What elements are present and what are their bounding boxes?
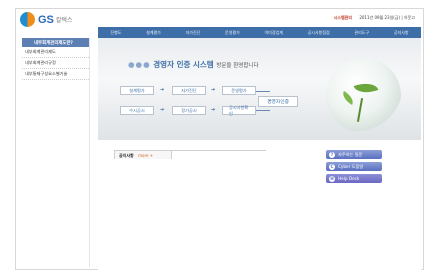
nav-item-notices[interactable]: 공지사항	[394, 30, 409, 36]
flow-self-assess[interactable]: 자가진단	[172, 86, 206, 95]
faq-label: 자주하는 질문	[338, 151, 363, 157]
arrow-icon: ➔	[211, 87, 216, 93]
sidebar-title[interactable]: 내부회계관리제도란?	[22, 38, 89, 47]
nav-item-operation-eval[interactable]: 운영평가	[225, 30, 240, 36]
flow-operation-eval[interactable]: 운영평가	[222, 86, 256, 95]
connector-line	[256, 91, 270, 92]
sidebar-item-components[interactable]: 내부통제구성요소별기술	[22, 69, 89, 80]
user-bar: 시스템관리 2011년 09월 23일(금) | 아웃고	[334, 15, 415, 21]
cyber-help-label: Cyber 도움말	[338, 163, 364, 169]
content-area: 공지사항 more + ? 자주하는 질문 C Cyber 도움말 H Help…	[98, 140, 421, 270]
faq-button[interactable]: ? 자주하는 질문	[326, 150, 382, 159]
arrow-icon: ➔	[160, 107, 165, 113]
arrow-icon: ➔	[211, 107, 216, 113]
question-icon: ?	[329, 151, 335, 158]
banner-title-text: 경영자 인증 시스템	[153, 60, 214, 69]
sidebar-item-internal-control[interactable]: 내부회계관리제도	[22, 47, 89, 58]
notice-tab-label: 공지사항	[119, 153, 134, 158]
tab-notices[interactable]: 공지사항 more +	[114, 150, 172, 159]
flow-mgmt-certification[interactable]: 경영자인증	[258, 96, 298, 107]
nav-item-disclosure-check[interactable]: 공시사항점점	[308, 30, 330, 36]
sidebar: 내부회계관리제도란? 내부회계관리제도 내부회계관리규정 내부통제구성요소별기술	[22, 38, 90, 267]
flow-design-eval[interactable]: 설계평가	[120, 86, 154, 95]
main-banner: ●●● 경영자 인증 시스템 방문을 환영합니다 설계평가 ➔ 자가진단 ➔ 운…	[98, 38, 421, 140]
gs-logo[interactable]: GS 칼텍스	[20, 12, 72, 27]
sidebar-item-regulations[interactable]: 내부회계관리규정	[22, 58, 89, 69]
top-navigation: 진행도 설계평가 자가진단 운영평가 이미경업계 공시사항점점 관리도구 공지사…	[98, 27, 421, 38]
nav-item-progress[interactable]: 진행도	[110, 30, 121, 36]
help-desk-button[interactable]: H Help Desk	[326, 174, 382, 183]
user-name[interactable]: 시스템관리	[334, 15, 352, 20]
flow-ad-hoc-disclosure[interactable]: 수시공시	[120, 106, 154, 115]
banner-dots: ●●●	[128, 60, 151, 69]
flow-periodic-disclosure[interactable]: 정기공시	[172, 106, 206, 115]
more-link[interactable]: more +	[138, 153, 153, 158]
headset-icon: H	[329, 175, 335, 182]
date-text: 2011년 09월 23일(금) | 아웃고	[359, 15, 415, 20]
arrow-icon: ➔	[160, 87, 165, 93]
nav-item-self-assess[interactable]: 자가진단	[186, 30, 201, 36]
nav-item-issues[interactable]: 이미경업계	[264, 30, 282, 36]
connector-line	[256, 110, 270, 111]
help-desk-label: Help Desk	[338, 176, 360, 181]
help-icon: C	[329, 163, 335, 170]
logo-brand: GS	[38, 13, 54, 26]
logo-sub: 칼텍스	[55, 17, 73, 24]
nav-item-admin-tools[interactable]: 관리도구	[354, 30, 369, 36]
glass-sphere-image	[326, 58, 401, 133]
gs-logo-icon	[20, 12, 35, 27]
banner-subtitle: 방문을 환영합니다	[216, 63, 259, 69]
notice-board: 공지사항 more +	[114, 150, 266, 159]
cyber-help-button[interactable]: C Cyber 도움말	[326, 162, 382, 171]
nav-item-design-eval[interactable]: 설계평가	[146, 30, 161, 36]
banner-title: ●●● 경영자 인증 시스템 방문을 환영합니다	[128, 59, 259, 70]
flow-disclosure-confirm[interactable]: 공시사항확인	[222, 105, 256, 116]
